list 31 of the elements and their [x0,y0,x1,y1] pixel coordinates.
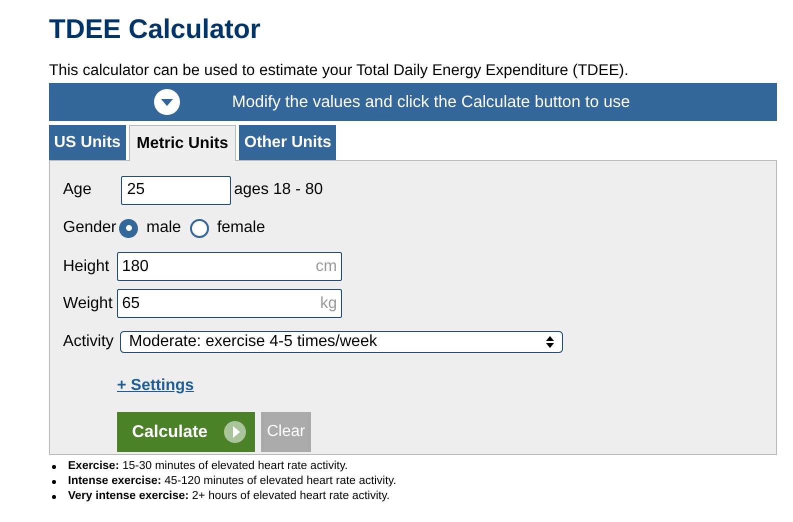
banner-text: Modify the values and click the Calculate button to use [232,92,630,113]
units-tab[interactable]: US Units [49,125,126,160]
banner[interactable]: Modify the values and click the Calculate button to use [49,83,777,121]
activity-note: Very intense exercise: 2+ hours of elevated heart rate activity. [68,488,390,504]
radio-button[interactable] [190,218,210,238]
field-label: Gender [63,218,116,238]
calculate-button[interactable]: Calculate [117,412,255,452]
radio-label: male [146,218,182,238]
field-label: Age [63,180,92,200]
unit-label: cm [316,256,337,276]
age-field[interactable]: 25 [121,176,231,204]
activity-note: Exercise: 15-30 minutes of elevated heart rate activity. [68,458,348,474]
age-hint: ages 18 - 80 [234,180,323,200]
page-title: TDEE Calculator [49,13,262,46]
play-icon [224,421,246,443]
field-label: Height [63,256,110,276]
select-arrows-icon [546,336,554,348]
collapse-icon [154,89,180,115]
radio-label: female [217,218,266,238]
field-label: Weight [63,294,114,314]
units-tab[interactable]: Other Units [239,125,336,160]
radio-button[interactable] [119,218,138,238]
settings-link[interactable]: + Settings [117,377,194,394]
activity-note: Intense exercise: 45-120 minutes of elevated heart rate activity. [68,474,396,489]
activity-select[interactable]: Moderate: exercise 4-5 times/week [120,331,563,353]
units-tab[interactable]: Metric Units [128,125,236,161]
intro-text: This calculator can be used to estimate your Total Daily Energy Expenditure (TDEE). [49,62,630,80]
unit-label: kg [320,294,337,314]
field-label: Activity [63,332,115,352]
weight-field[interactable]: 65 kg [117,289,342,318]
height-field[interactable]: 180 cm [117,252,342,281]
